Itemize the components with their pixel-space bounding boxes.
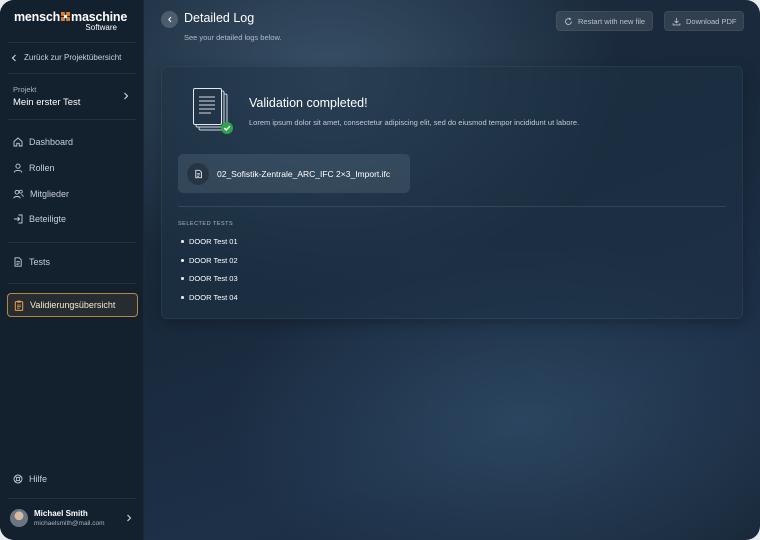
sidebar-item-validierungsuebersicht[interactable]: Validierungsübersicht bbox=[7, 293, 138, 317]
app-window: mensch maschine Software Zurück zur Proje… bbox=[0, 0, 760, 540]
help-icon bbox=[13, 474, 23, 484]
document-icon bbox=[14, 257, 22, 267]
chevron-left-icon bbox=[167, 16, 171, 23]
chevron-left-icon bbox=[11, 54, 16, 61]
users-icon bbox=[13, 189, 24, 199]
brand-subtitle: Software bbox=[85, 23, 117, 32]
list-item: DOOR Test 04 bbox=[181, 293, 238, 312]
tests-heading: SELECTED TESTS bbox=[178, 221, 234, 227]
restart-button-label: Restart with new file bbox=[578, 16, 646, 26]
back-button[interactable] bbox=[161, 11, 178, 28]
chevron-right-icon bbox=[124, 92, 129, 100]
list-item: DOOR Test 02 bbox=[181, 256, 238, 275]
user-name: Michael Smith bbox=[34, 509, 88, 518]
divider bbox=[8, 73, 136, 74]
status-title: Validation completed! bbox=[249, 96, 368, 110]
divider bbox=[178, 206, 726, 207]
sidebar-item-label: Hilfe bbox=[29, 474, 48, 484]
page-subtitle: See your detailed logs below. bbox=[184, 33, 282, 42]
project-name: Mein erster Test bbox=[13, 97, 81, 108]
sidebar-item-label: Beteiligte bbox=[29, 214, 67, 224]
file-name: 02_Sofistik-Zentrale_ARC_IFC 2×3_Import.… bbox=[217, 168, 391, 179]
refresh-icon bbox=[565, 17, 572, 25]
divider bbox=[8, 42, 136, 43]
file-chip[interactable]: 02_Sofistik-Zentrale_ARC_IFC 2×3_Import.… bbox=[178, 154, 410, 193]
sidebar-item-label: Dashboard bbox=[29, 137, 74, 147]
sidebar-item-dashboard[interactable]: Dashboard bbox=[13, 137, 73, 147]
sidebar-item-label: Tests bbox=[29, 257, 51, 267]
login-icon bbox=[14, 214, 23, 224]
page-title: Detailed Log bbox=[184, 11, 255, 25]
brand-name-right: maschine bbox=[71, 10, 128, 24]
restart-button[interactable]: Restart with new file bbox=[556, 11, 654, 31]
sidebar: mensch maschine Software Zurück zur Proje… bbox=[0, 0, 144, 540]
brand-logo[interactable]: mensch maschine Software bbox=[14, 10, 130, 36]
test-label: DOOR Test 04 bbox=[189, 292, 238, 302]
chevron-right-icon bbox=[127, 514, 132, 522]
documents-check-icon bbox=[193, 88, 233, 134]
back-link-label: Zurück zur Projektübersicht bbox=[24, 53, 122, 62]
user-icon bbox=[13, 163, 23, 173]
sidebar-item-label: Validierungsübersicht bbox=[30, 300, 116, 310]
divider bbox=[8, 283, 136, 284]
download-button-label: Download PDF bbox=[686, 16, 737, 26]
sidebar-item-hilfe[interactable]: Hilfe bbox=[13, 474, 47, 484]
test-label: DOOR Test 03 bbox=[189, 274, 238, 283]
test-label: DOOR Test 01 bbox=[189, 237, 238, 246]
sidebar-item-label: Mitglieder bbox=[30, 189, 70, 199]
brand-mark-icon bbox=[61, 12, 71, 21]
selected-tests-list: DOOR Test 01 DOOR Test 02 DOOR Test 03 D… bbox=[181, 237, 238, 311]
sidebar-item-tests[interactable]: Tests bbox=[13, 257, 50, 267]
status-description: Lorem ipsum dolor sit amet, consectetur … bbox=[249, 118, 580, 127]
list-item: DOOR Test 01 bbox=[181, 237, 238, 256]
project-label: Projekt bbox=[13, 85, 37, 94]
divider bbox=[8, 242, 136, 243]
sidebar-item-mitglieder[interactable]: Mitglieder bbox=[13, 189, 69, 199]
download-pdf-button[interactable]: Download PDF bbox=[664, 11, 745, 31]
home-icon bbox=[13, 137, 23, 147]
divider bbox=[8, 498, 136, 499]
project-selector[interactable]: Projekt Mein erster Test bbox=[13, 85, 131, 108]
sidebar-item-label: Rollen bbox=[29, 163, 55, 173]
clipboard-icon bbox=[14, 300, 24, 311]
divider bbox=[8, 119, 136, 120]
back-to-projects-link[interactable]: Zurück zur Projektübersicht bbox=[11, 53, 121, 62]
user-email: michaelsmith@mail.com bbox=[34, 520, 105, 527]
brand-name-left: mensch bbox=[14, 10, 61, 24]
user-profile[interactable]: Michael Smith michaelsmith@mail.com bbox=[10, 509, 134, 527]
download-icon bbox=[672, 17, 681, 25]
sidebar-item-beteiligte[interactable]: Beteiligte bbox=[13, 214, 66, 224]
list-item: DOOR Test 03 bbox=[181, 274, 238, 293]
test-label: DOOR Test 02 bbox=[189, 255, 238, 265]
sidebar-item-rollen[interactable]: Rollen bbox=[13, 163, 55, 173]
file-icon bbox=[187, 162, 209, 185]
avatar bbox=[10, 509, 28, 527]
